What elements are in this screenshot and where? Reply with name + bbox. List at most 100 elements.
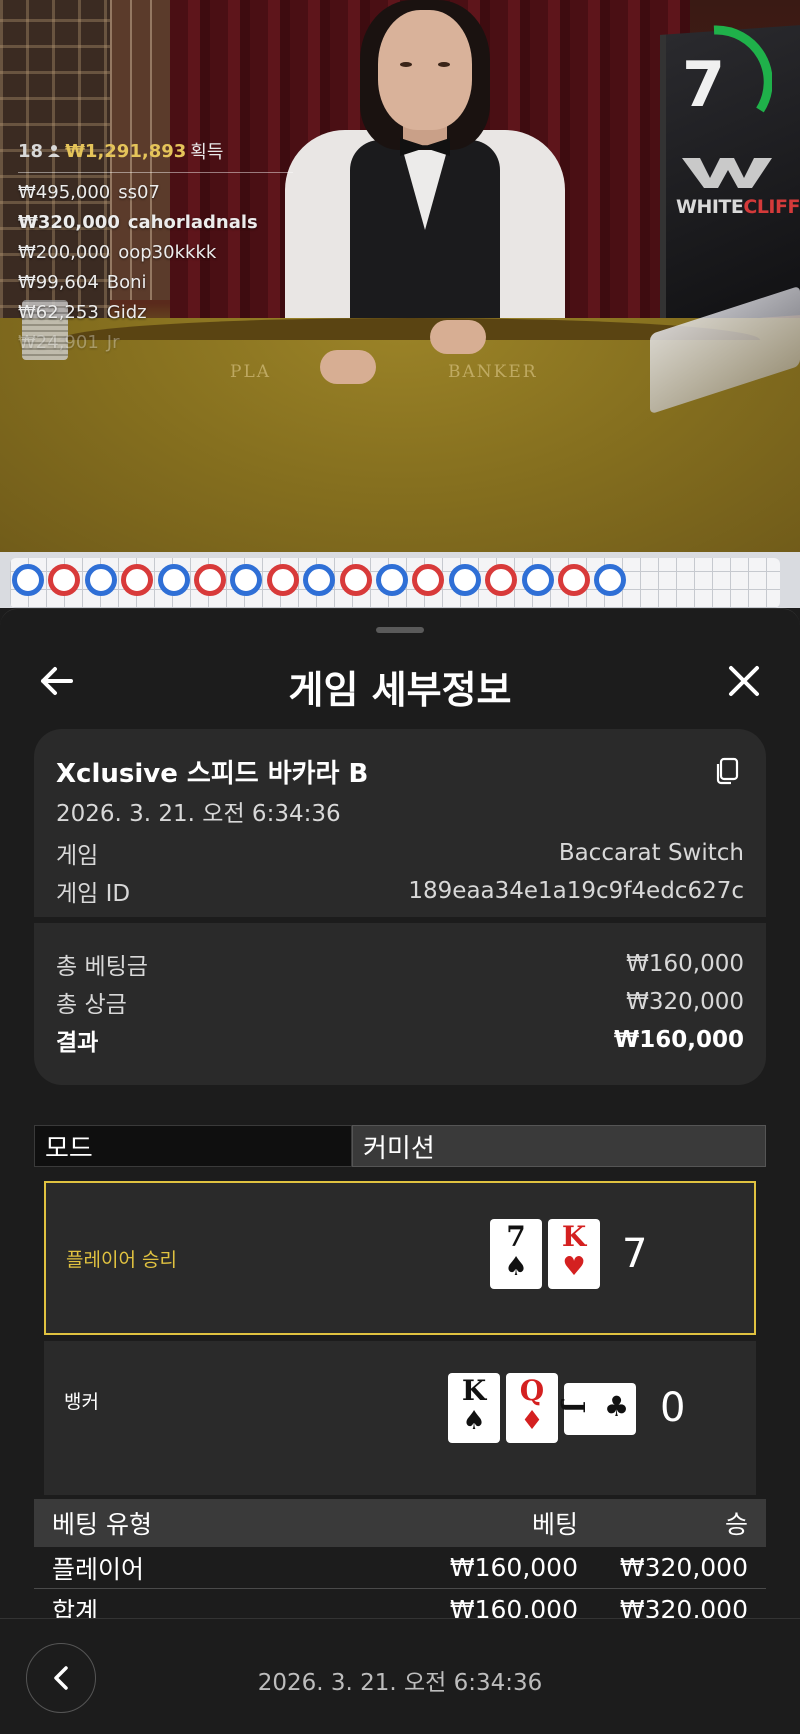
diamond-icon: ♦ (520, 1406, 544, 1436)
brand-cliff: CLIFF (743, 196, 800, 218)
winner-name: Gidz (106, 302, 147, 323)
player-result-label: 플레이어 승리 (66, 1249, 177, 1271)
winner-name: Boni (106, 272, 147, 293)
winner-amount: ₩200,000 (18, 242, 111, 263)
brand-white: WHITE (676, 196, 744, 218)
game-label: 게임 (56, 843, 99, 869)
dealer-hand (430, 320, 486, 354)
footer-date: 2026. 3. 21. 오전 6:34:36 (257, 1670, 543, 1696)
card-rank: K (461, 1374, 487, 1407)
player-bead (84, 564, 117, 596)
live-video: PLA BANKER 7 WHITECLIFF 18 ₩1,291,893 획득… (0, 0, 800, 552)
player-bead (376, 564, 408, 596)
person-icon (48, 145, 61, 157)
result-row: 결과 ₩160,000 (56, 1021, 744, 1059)
card-rank: J (559, 1400, 590, 1414)
playing-card-rotated: J ♣ (559, 1383, 636, 1435)
winner-amount: ₩320,000 (18, 212, 120, 233)
winner-row: ₩62,253 Gidz (18, 302, 298, 323)
winner-row: ₩24,901 Jr (18, 332, 298, 353)
result-label: 결과 (56, 1030, 99, 1056)
player-bead (521, 564, 554, 596)
player-bead (448, 564, 481, 596)
road-map[interactable] (0, 552, 800, 608)
winner-name: Jr (106, 332, 120, 353)
game-value: Baccarat Switch (558, 840, 744, 866)
banker-bead (558, 564, 590, 596)
result-value: ₩160,000 (613, 1027, 744, 1053)
winners-total: ₩1,291,893 (65, 140, 187, 162)
bet-amount: ₩160,000 (449, 1553, 578, 1582)
winner-name: ss07 (118, 182, 160, 203)
close-button[interactable] (720, 657, 768, 705)
total-bet-value: ₩160,000 (626, 951, 744, 977)
banker-bead (266, 564, 299, 596)
player-bead (303, 564, 336, 596)
winners-count: 18 (18, 140, 44, 162)
header-bet-type: 베팅 유형 (52, 1510, 152, 1539)
winner-amount: ₩495,000 (18, 182, 111, 203)
game-date: 2026. 3. 21. 오전 6:34:36 (56, 801, 341, 827)
game-id-value: 189eaa34e1a19c9f4edc627c (408, 878, 744, 904)
winner-row: ₩495,000 ss07 (18, 182, 298, 203)
mode-tabs: 모드 커미션 (34, 1125, 766, 1167)
tab-commission[interactable]: 커미션 (352, 1125, 766, 1167)
copy-icon[interactable] (714, 757, 740, 785)
whitecliff-w-icon (682, 158, 772, 188)
banker-bead (339, 564, 372, 596)
dealer-hand (320, 350, 376, 384)
playing-card: Q ♦ (506, 1373, 558, 1443)
winner-name: oop30kkkk (118, 242, 217, 263)
bets-header: 베팅 유형 베팅 승 (34, 1499, 766, 1547)
winners-list: 18 ₩1,291,893 획득 ₩495,000 ss07 ₩320,000 cah… (18, 138, 298, 353)
close-icon (729, 666, 759, 696)
club-icon: ♣ (604, 1390, 630, 1423)
header-bet: 베팅 (531, 1510, 578, 1539)
game-details-sheet: 게임 세부정보 Xclusive 스피드 바카라 B 2026. 3. 21. … (0, 608, 800, 1734)
winner-amount: ₩24,901 (18, 332, 99, 353)
winner-row: ₩320,000 cahorladnals (18, 212, 298, 233)
banker-bead (194, 564, 226, 596)
total-prize-value: ₩320,000 (626, 989, 744, 1015)
sheet-grabber[interactable] (376, 627, 424, 633)
totals-card: 총 베팅금 ₩160,000 총 상금 ₩320,000 결과 ₩160,000 (34, 923, 766, 1085)
tab-mode[interactable]: 모드 (34, 1125, 352, 1167)
bets-table: 베팅 유형 베팅 승 플레이어 ₩160,000 ₩320,000 합계 ₩16… (34, 1499, 766, 1631)
sheet-title: 게임 세부정보 (288, 668, 512, 712)
card-rank: 7 (506, 1220, 526, 1253)
felt-player-text: PLA (230, 362, 272, 382)
bet-type: 플레이어 (52, 1554, 145, 1584)
total-bet-row: 총 베팅금 ₩160,000 (56, 945, 744, 983)
banker-bead (121, 564, 154, 596)
total-bet-label: 총 베팅금 (56, 954, 148, 980)
game-name: Xclusive 스피드 바카라 B (56, 759, 369, 789)
banker-bead (485, 564, 518, 596)
card-rank: Q (519, 1374, 545, 1407)
spade-icon: ♠ (504, 1252, 528, 1282)
playing-card: K ♠ (448, 1373, 500, 1443)
player-bead (157, 564, 190, 596)
countdown-timer: 7 (656, 24, 773, 140)
winner-amount: ₩99,604 (18, 272, 99, 293)
winner-amount: ₩62,253 (18, 302, 99, 323)
banker-score: 0 (660, 1385, 686, 1431)
winner-name: cahorladnals (127, 212, 258, 233)
card-rank: K (561, 1220, 587, 1253)
player-bead (12, 564, 44, 596)
timer-value: 7 (682, 48, 726, 121)
game-id-label: 게임 ID (56, 881, 131, 907)
heart-icon: ♥ (562, 1252, 586, 1282)
winner-row: ₩200,000 oop30kkkk (18, 242, 298, 263)
spade-icon: ♠ (462, 1406, 486, 1436)
winner-row: ₩99,604 Boni (18, 272, 298, 293)
winners-label: 획득 (190, 142, 224, 163)
footer-bar: 2026. 3. 21. 오전 6:34:36 (0, 1618, 800, 1734)
total-prize-label: 총 상금 (56, 992, 127, 1018)
table-row: 플레이어 ₩160,000 ₩320,000 (34, 1547, 766, 1589)
felt-banker-text: BANKER (448, 362, 538, 382)
winners-header: 18 ₩1,291,893 획득 (18, 138, 293, 173)
whitecliff-logo: WHITECLIFF (676, 154, 800, 218)
player-score: 7 (622, 1231, 648, 1277)
banker-hand: 뱅커 K ♠ Q ♦ J ♣ 0 (44, 1341, 756, 1495)
total-prize-row: 총 상금 ₩320,000 (56, 983, 744, 1021)
